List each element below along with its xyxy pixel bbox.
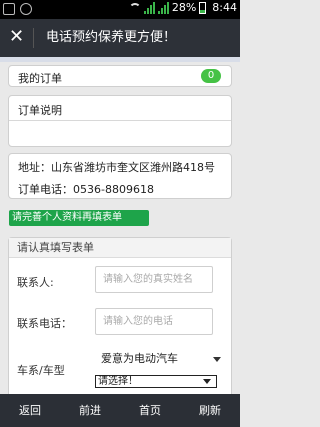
close-icon[interactable]: ✕	[9, 27, 24, 47]
car-model-select[interactable]: 请选择！	[95, 375, 217, 388]
forward-button[interactable]: 前进	[60, 394, 120, 427]
status-bar: 28% 8:44	[0, 0, 240, 19]
phone-label: 订单电话：	[18, 183, 73, 196]
signal-icon-2	[157, 1, 169, 14]
chevron-down-icon	[203, 379, 211, 384]
home-button[interactable]: 首页	[120, 394, 180, 427]
phone-value[interactable]: 0536-8809618	[73, 183, 154, 196]
my-orders-row[interactable]: 我的订单 0	[8, 65, 232, 87]
chevron-down-icon	[213, 357, 221, 362]
clock: 8:44	[212, 1, 237, 14]
my-orders-label: 我的订单	[18, 72, 62, 85]
address-value: 山东省潍坊市奎文区潍州路418号	[51, 161, 215, 174]
notification-icons	[3, 3, 32, 15]
order-note-card: 订单说明	[8, 95, 232, 147]
page-content[interactable]: 我的订单 0 订单说明 地址：山东省潍坊市奎文区潍州路418号 订单电话：053…	[0, 57, 240, 394]
title-bar: ✕ 电话预约保养更方便！	[0, 19, 240, 57]
title-divider	[33, 28, 34, 48]
status-right: 28% 8:44	[128, 1, 237, 14]
wifi-icon	[128, 2, 141, 13]
gallery-icon	[3, 3, 15, 15]
booking-form: 请认真填写表单 联系人: 请输入您的真实姓名 联系电话： 请输入您的电话 车系/…	[8, 237, 232, 394]
order-note-divider	[9, 120, 231, 121]
address-row: 地址：山东省潍坊市奎文区潍州路418号	[18, 159, 215, 175]
contact-name-input[interactable]: 请输入您的真实姓名	[95, 266, 213, 293]
order-count-badge: 0	[201, 69, 221, 83]
refresh-button[interactable]: 刷新	[180, 394, 240, 427]
bottom-nav: 返回 前进 首页 刷新	[0, 394, 240, 427]
banner-strip	[0, 57, 240, 62]
car-series-select[interactable]: 爱意为电动汽车	[95, 347, 225, 371]
phone-row[interactable]: 订单电话：0536-8809618	[18, 181, 154, 197]
battery-icon	[199, 1, 207, 14]
address-label: 地址：	[18, 161, 51, 174]
signal-icon	[143, 1, 155, 14]
shop-info-card: 地址：山东省潍坊市奎文区潍州路418号 订单电话：0536-8809618	[8, 153, 232, 199]
complete-profile-notice[interactable]: 请完善个人资料再填表单	[9, 210, 149, 226]
contact-label: 联系人:	[17, 276, 54, 289]
car-model-label: 车系/车型	[17, 364, 65, 377]
phone-field-label: 联系电话：	[17, 317, 72, 330]
back-button[interactable]: 返回	[0, 394, 60, 427]
phone-input[interactable]: 请输入您的电话	[95, 308, 213, 335]
order-note-label: 订单说明	[18, 104, 62, 117]
battery-percent: 28%	[171, 1, 197, 14]
car-series-value: 爱意为电动汽车	[101, 352, 178, 365]
form-heading: 请认真填写表单	[9, 238, 231, 258]
page-title: 电话预约保养更方便！	[46, 30, 177, 45]
download-icon	[20, 3, 32, 15]
car-model-value: 请选择！	[98, 376, 138, 387]
